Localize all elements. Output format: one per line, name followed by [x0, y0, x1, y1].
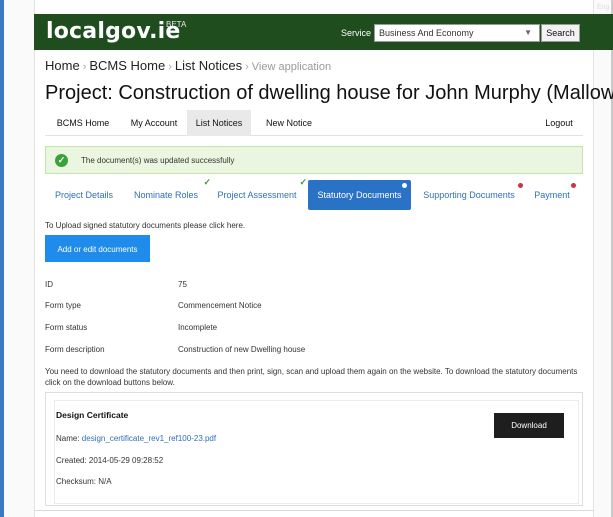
chevron-down-icon: ▼ [524, 28, 532, 37]
download-instructions: You need to download the statutory docum… [45, 367, 578, 387]
breadcrumb-current: View application [251, 61, 332, 73]
tab-label: Nominate Roles [133, 190, 199, 200]
service-select-value: Business And Economy [379, 28, 474, 38]
status-dot-icon [402, 183, 407, 188]
tab-label: Statutory Documents [317, 190, 402, 200]
main-nav: BCMS Home My Account List Notices New No… [45, 110, 583, 136]
tab-label: Project Details [54, 190, 114, 200]
language-link[interactable]: Eng [597, 4, 609, 11]
download-button[interactable]: Download [494, 413, 564, 438]
nav-my-account[interactable]: My Account [121, 110, 187, 136]
tab-label: Supporting Documents [423, 190, 515, 200]
nav-list-notices[interactable]: List Notices [187, 110, 251, 136]
check-icon: ✓ [299, 177, 307, 187]
document-file-link[interactable]: design_certificate_rev1_ref100-23.pdf [82, 434, 216, 443]
search-button[interactable]: Search [541, 24, 580, 42]
id-label: ID [45, 280, 53, 289]
id-value: 75 [178, 280, 187, 289]
upload-instructions: To Upload signed statutory documents ple… [45, 221, 246, 230]
project-tabs: Project Details Nominate Roles ✓ Project… [45, 177, 583, 212]
divider [34, 510, 594, 511]
tab-payment[interactable]: Payment [532, 180, 576, 210]
tab-label: Payment [534, 190, 570, 200]
form-description-value: Construction of new Dwelling house [178, 345, 306, 354]
form-status-value: Incomplete [178, 323, 218, 332]
tab-label: Project Assessment [217, 190, 297, 200]
breadcrumb-bcms-home[interactable]: BCMS Home [89, 58, 165, 73]
breadcrumb-home[interactable]: Home [45, 58, 80, 73]
breadcrumb-separator: › [82, 61, 87, 73]
tab-statutory-documents[interactable]: Statutory Documents [308, 180, 411, 210]
nav-bcms-home[interactable]: BCMS Home [45, 110, 121, 136]
nav-new-notice[interactable]: New Notice [251, 110, 327, 136]
breadcrumb-separator: › [245, 61, 249, 73]
site-logo[interactable]: localgov.ie [46, 19, 181, 44]
breadcrumb-separator: › [168, 61, 172, 73]
beta-badge: BETA [166, 20, 187, 29]
status-dot-icon [571, 183, 576, 188]
alert-message: The document(s) was updated successfully [81, 156, 235, 165]
document-card: Design Certificate Name: design_certific… [45, 392, 583, 506]
tab-nominate-roles[interactable]: Nominate Roles ✓ [125, 177, 211, 210]
check-circle-icon: ✓ [55, 154, 68, 167]
tab-project-details[interactable]: Project Details [45, 180, 123, 210]
service-select[interactable]: Business And Economy ▼ [374, 24, 540, 42]
form-type-label: Form type [45, 301, 82, 310]
form-description-label: Form description [45, 345, 105, 354]
status-dot-icon [518, 183, 523, 188]
form-status-label: Form status [45, 323, 88, 332]
document-name-row: Name: design_certificate_rev1_ref100-23.… [56, 434, 216, 443]
service-label: Service [341, 28, 372, 38]
success-alert: ✓ The document(s) was updated successful… [45, 146, 583, 174]
document-title: Design Certificate [56, 410, 129, 420]
breadcrumb: Home › BCMS Home › List Notices › View applica… [45, 58, 331, 73]
logout-link[interactable]: Logout [535, 110, 583, 136]
add-edit-documents-button[interactable]: Add or edit documents [45, 235, 150, 262]
tab-supporting-documents[interactable]: Supporting Documents [419, 180, 523, 210]
document-created: Created: 2014-05-29 09:28:52 [56, 456, 164, 465]
document-name-label: Name: [56, 434, 80, 443]
document-checksum: Checksum: N/A [56, 477, 112, 486]
check-icon: ✓ [203, 177, 211, 187]
site-header: localgov.ie BETA Service Business And Ec… [34, 14, 613, 50]
tab-project-assessment[interactable]: Project Assessment ✓ [211, 177, 307, 210]
page-title: Project: Construction of dwelling house … [45, 82, 613, 104]
breadcrumb-list-notices[interactable]: List Notices [175, 58, 242, 73]
form-type-value: Commencement Notice [178, 301, 262, 310]
